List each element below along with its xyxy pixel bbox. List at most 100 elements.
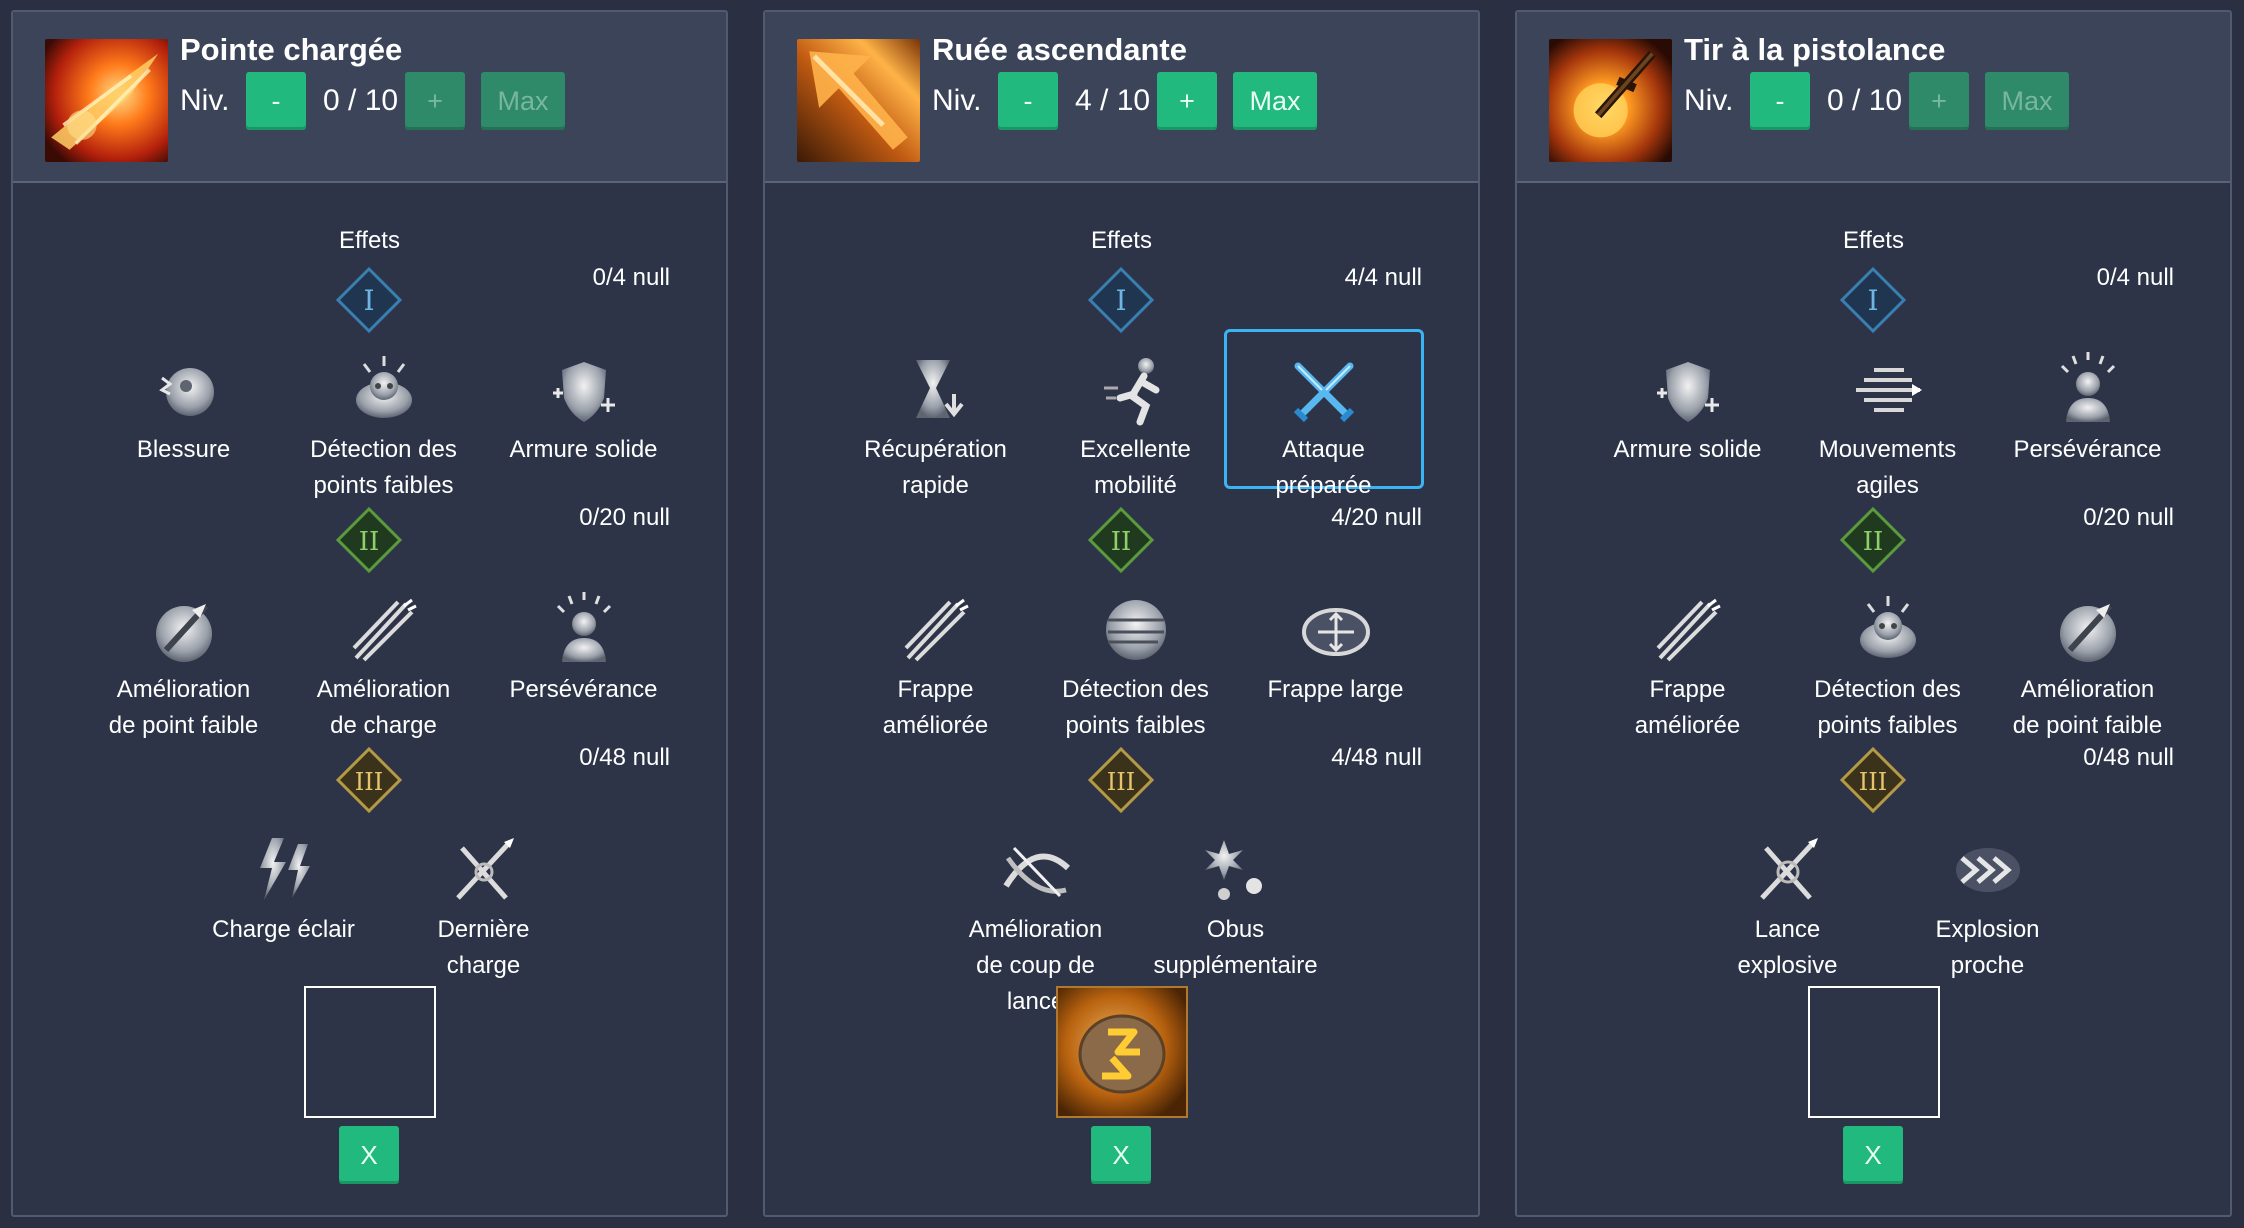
level-decrease-button[interactable]: -: [1750, 72, 1810, 130]
crossed-swords-icon: [1293, 362, 1354, 423]
level-value: 0 / 10: [1827, 84, 1903, 117]
tripod-amelioration-charge[interactable]: Amélioration de charge: [301, 588, 466, 744]
tripod-label: Détection des points faibles: [1814, 676, 1961, 739]
tripod-detection-points-faibles[interactable]: Détection des points faibles: [301, 348, 466, 504]
level-label: Niv.: [1684, 84, 1734, 117]
lance-strike-icon: [1002, 846, 1070, 898]
tripod-label: Frappe améliorée: [882, 676, 989, 739]
tripod-explosion-proche[interactable]: Explosion proche: [1905, 828, 2070, 984]
tier-numeral: III: [1107, 768, 1135, 796]
skill-panel-tir-pistolance: Tir à la pistolance Niv. - 0 / 10 + Max …: [1515, 10, 2232, 1217]
level-increase-button[interactable]: +: [405, 72, 465, 130]
tier-numeral: II: [359, 527, 380, 557]
rune-slot-empty[interactable]: [304, 986, 436, 1118]
tripod-blessure[interactable]: Blessure: [101, 348, 266, 468]
remove-rune-button[interactable]: X: [339, 1126, 399, 1184]
remove-rune-button[interactable]: X: [1843, 1126, 1903, 1184]
level-decrease-button[interactable]: -: [246, 72, 306, 130]
tripod-label: Explosion proche: [1935, 916, 2040, 979]
effects-title: Effets: [339, 227, 400, 254]
tripod-label: Charge éclair: [212, 916, 355, 943]
tripod-armure-solide[interactable]: Armure solide: [1605, 348, 1770, 468]
tripod-mouvements-agiles[interactable]: Mouvements agiles: [1805, 348, 1970, 504]
tripod-label: Mouvements agiles: [1818, 436, 1957, 499]
tier-3-count: 4/48 null: [1331, 744, 1422, 771]
tripod-frappe-amelioree[interactable]: Frappe améliorée: [853, 588, 1018, 744]
weak-point-detection-icon: [355, 356, 412, 418]
weak-point-enhancement-icon: [2059, 603, 2116, 662]
enhanced-strike-icon: [904, 598, 969, 662]
tripod-detection-points-faibles[interactable]: Détection des points faibles: [1053, 588, 1218, 744]
tier-2-badge-icon: II: [1088, 507, 1154, 573]
level-increase-button[interactable]: +: [1909, 72, 1969, 130]
tripod-label: Frappe large: [1267, 676, 1404, 703]
skill-header: Pointe chargée Niv. - 0 / 10 + Max: [13, 12, 726, 183]
tier-2-badge-icon: II: [336, 507, 402, 573]
tripod-label: Armure solide: [1613, 436, 1762, 463]
tripod-obus-supplementaire[interactable]: Obus supplémentaire: [1153, 828, 1318, 984]
tripod-derniere-charge[interactable]: Dernière charge: [401, 828, 566, 984]
tripod-label: Détection des points faibles: [310, 436, 457, 499]
tier-numeral: I: [1867, 284, 1878, 317]
weak-point-detection-icon: [1105, 600, 1166, 660]
tripod-label: Frappe améliorée: [1634, 676, 1741, 739]
rune-slot-filled[interactable]: [1056, 986, 1188, 1118]
tripod-charge-eclair[interactable]: Charge éclair: [201, 828, 366, 948]
tier-numeral: III: [1859, 768, 1887, 796]
skill-name: Tir à la pistolance: [1684, 32, 1946, 67]
close-explosion-icon: [1955, 848, 2020, 892]
tier-3-badge-icon: III: [1840, 747, 1906, 813]
level-value: 0 / 10: [323, 84, 399, 117]
rune-slot-empty[interactable]: [1808, 986, 1940, 1118]
skill-name: Ruée ascendante: [932, 32, 1187, 67]
tripod-attaque-preparee[interactable]: Attaque préparée: [1241, 348, 1406, 504]
remove-rune-button[interactable]: X: [1091, 1126, 1151, 1184]
skill-name: Pointe chargée: [180, 32, 403, 67]
tripod-armure-solide[interactable]: Armure solide: [501, 348, 666, 468]
tier-1-badge-icon: I: [1840, 267, 1906, 333]
tripod-frappe-amelioree[interactable]: Frappe améliorée: [1605, 588, 1770, 744]
tripod-label: Récupération rapide: [864, 436, 1007, 499]
tier-2-count: 4/20 null: [1331, 504, 1422, 531]
tripod-label: Blessure: [136, 436, 231, 463]
level-max-button[interactable]: Max: [1985, 72, 2069, 130]
level-value: 4 / 10: [1075, 84, 1151, 117]
tripod-frappe-large[interactable]: Frappe large: [1253, 588, 1418, 708]
hourglass-icon: [915, 360, 964, 418]
tripod-label: Détection des points faibles: [1062, 676, 1209, 739]
tier-2-badge-icon: II: [1840, 507, 1906, 573]
tripod-label: Dernière charge: [437, 916, 530, 979]
tripod-label: Obus supplémentaire: [1153, 916, 1318, 979]
skill-header: Tir à la pistolance Niv. - 0 / 10 + Max: [1517, 12, 2230, 183]
solid-armor-icon: [1656, 362, 1719, 422]
solid-armor-icon: [552, 362, 615, 422]
weak-point-enhancement-icon: [155, 603, 212, 662]
level-increase-button[interactable]: +: [1157, 72, 1217, 130]
charge-enhancement-icon: [352, 598, 417, 662]
tripod-label: Amélioration de charge: [316, 676, 451, 739]
tripod-perseverance[interactable]: Persévérance: [2005, 348, 2170, 468]
rising-rush-skill-icon: [797, 39, 920, 162]
agile-movement-icon: [1855, 368, 1922, 412]
tripod-lance-explosive[interactable]: Lance explosive: [1705, 828, 1870, 984]
perseverance-icon: [556, 592, 611, 662]
tier-numeral: I: [363, 284, 374, 317]
tripod-recuperation-rapide[interactable]: Récupération rapide: [853, 348, 1018, 504]
extra-shell-icon: [1204, 840, 1262, 900]
tripod-label: Amélioration de point faible: [2012, 676, 2163, 739]
tier-3-count: 0/48 null: [579, 744, 670, 771]
tripod-detection-points-faibles[interactable]: Détection des points faibles: [1805, 588, 1970, 744]
tripod-amelioration-point-faible[interactable]: Amélioration de point faible: [2005, 588, 2170, 744]
tier-1-count: 0/4 null: [592, 264, 670, 291]
tier-numeral: I: [1115, 284, 1126, 317]
tripod-perseverance[interactable]: Persévérance: [501, 588, 666, 708]
tripod-amelioration-point-faible[interactable]: Amélioration de point faible: [101, 588, 266, 744]
weak-point-detection-icon: [1859, 596, 1916, 658]
effects-title: Effets: [1843, 227, 1904, 254]
level-max-button[interactable]: Max: [481, 72, 565, 130]
level-max-button[interactable]: Max: [1233, 72, 1317, 130]
perseverance-icon: [2060, 352, 2115, 422]
skill-panel-pointe-chargee: Pointe chargée Niv. - 0 / 10 + Max Effet…: [11, 10, 728, 1217]
level-decrease-button[interactable]: -: [998, 72, 1058, 130]
tripod-excellente-mobilite[interactable]: Excellente mobilité: [1053, 348, 1218, 504]
